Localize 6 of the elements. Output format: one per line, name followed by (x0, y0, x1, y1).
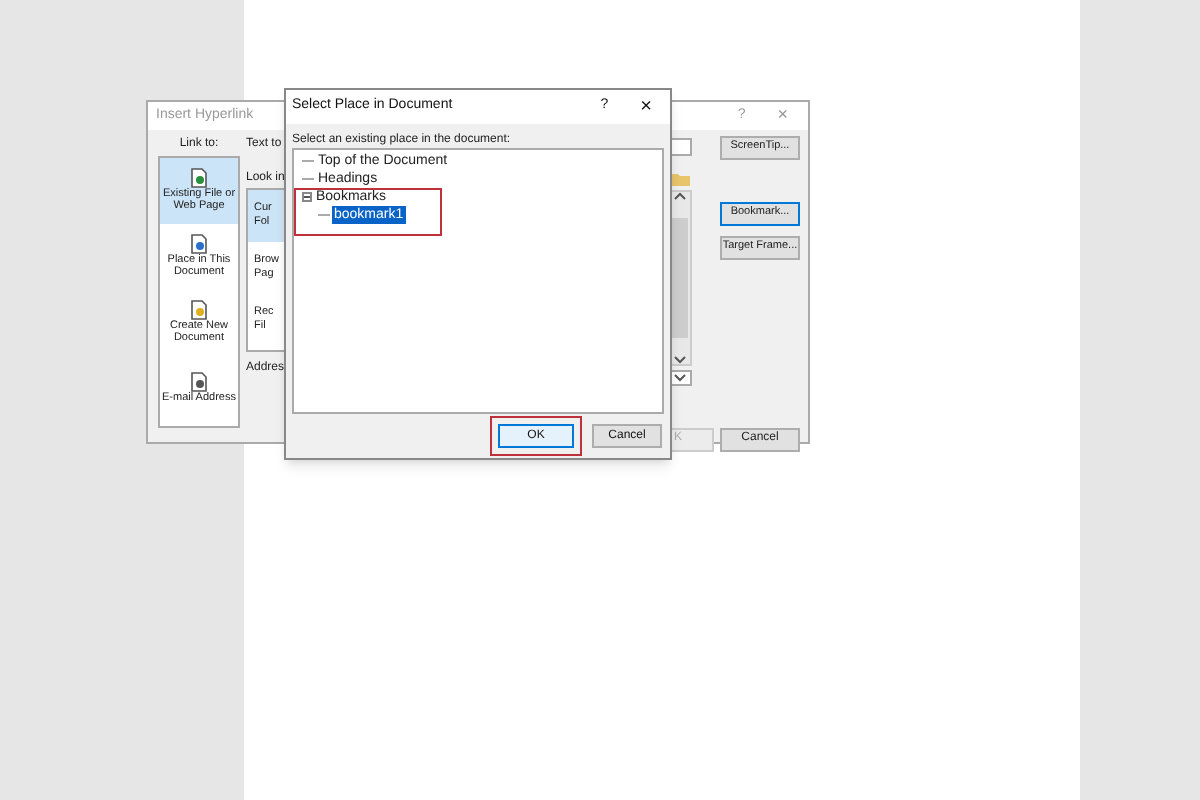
collapse-icon[interactable] (302, 192, 312, 202)
close-button[interactable]: × (640, 92, 652, 122)
caret-icon (674, 373, 686, 381)
scroll-up-icon[interactable] (674, 191, 686, 199)
new-document-icon (190, 299, 208, 319)
scroll-down-icon[interactable] (674, 355, 686, 363)
